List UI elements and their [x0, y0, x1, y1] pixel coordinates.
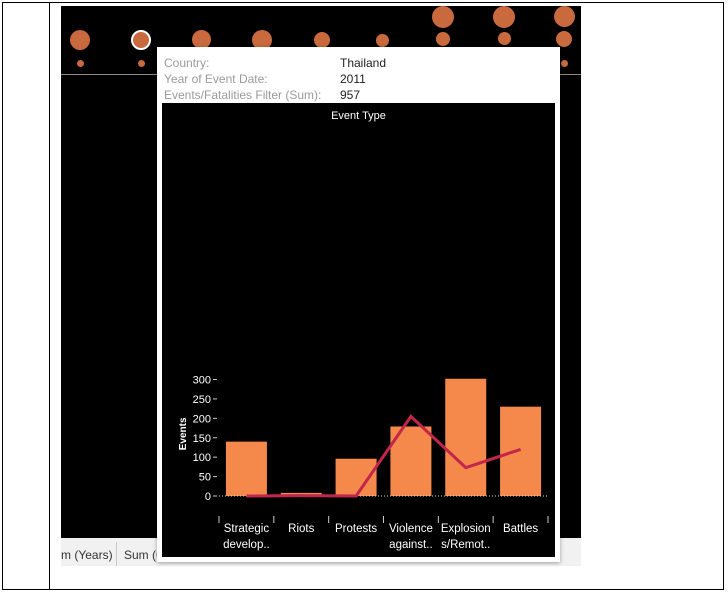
bubble-mark[interactable] — [70, 30, 90, 50]
x-tick-label-0-1: develop.. — [223, 539, 270, 551]
x-tick-label-3-0: Violence — [389, 523, 433, 535]
tooltip-panel: Country: Thailand Year of Event Date: 20… — [157, 47, 560, 562]
bubble-mark[interactable] — [556, 31, 572, 47]
shelf-separator — [116, 542, 117, 566]
frame-divider — [49, 2, 50, 590]
bar-5 — [500, 406, 542, 496]
bar-0 — [225, 441, 267, 496]
y-tick-label-100: 100 — [193, 452, 211, 464]
y-tick-label-300: 300 — [193, 375, 211, 387]
tooltip-row-filter: Events/Fatalities Filter (Sum): 957 — [164, 88, 360, 102]
x-tick-label-4-1: s/Remot.. — [441, 539, 490, 551]
tooltip-country-label: Country: — [164, 56, 210, 70]
bubble-mark[interactable] — [432, 6, 454, 28]
bubble-mark-selected[interactable] — [131, 30, 151, 50]
bubble-mark[interactable] — [77, 60, 84, 67]
bubble-mark[interactable] — [376, 34, 389, 47]
y-tick-label-200: 200 — [193, 413, 211, 425]
tooltip-filter-value: 957 — [340, 88, 361, 102]
bubble-mark[interactable] — [436, 32, 450, 46]
y-tick-label-150: 150 — [193, 433, 211, 445]
x-tick-label-5-0: Battles — [503, 523, 538, 535]
tooltip-year-label: Year of Event Date: — [164, 72, 268, 86]
tooltip-row-country: Country: Thailand — [164, 56, 386, 70]
event-type-chart: Event Type Events 0 50 100 150 200 250 300 Strat… — [162, 103, 555, 557]
bubble-mark[interactable] — [138, 60, 145, 67]
tooltip-filter-label: Events/Fatalities Filter (Sum): — [164, 88, 322, 102]
shelf-pill-years[interactable]: m (Years) — [61, 548, 113, 562]
x-tick-label-1-0: Riots — [288, 523, 314, 535]
x-tick-label-2-0: Protests — [335, 523, 377, 535]
tooltip-year-value: 2011 — [340, 72, 366, 86]
x-tick-label-0-0: Strategic — [224, 523, 270, 535]
tooltip-country-value: Thailand — [340, 56, 387, 70]
y-tick-label-0: 0 — [205, 491, 211, 503]
x-tick-label-4-0: Explosion — [441, 523, 491, 535]
chart-svg: Events 0 50 100 150 200 250 300 Strategic develop… — [178, 375, 549, 551]
y-tick-label-250: 250 — [193, 394, 211, 406]
bubble-mark[interactable] — [554, 6, 575, 27]
x-tick-label-3-1: against.. — [389, 539, 432, 551]
bubble-mark[interactable] — [493, 6, 515, 28]
bubble-mark[interactable] — [314, 32, 330, 48]
y-axis-label: Events — [178, 417, 189, 450]
bar-4 — [445, 378, 487, 496]
bubble-mark[interactable] — [561, 60, 568, 67]
bubble-mark[interactable] — [498, 32, 511, 45]
y-tick-label-50: 50 — [199, 472, 211, 484]
tooltip-row-year: Year of Event Date: 2011 — [164, 72, 366, 86]
